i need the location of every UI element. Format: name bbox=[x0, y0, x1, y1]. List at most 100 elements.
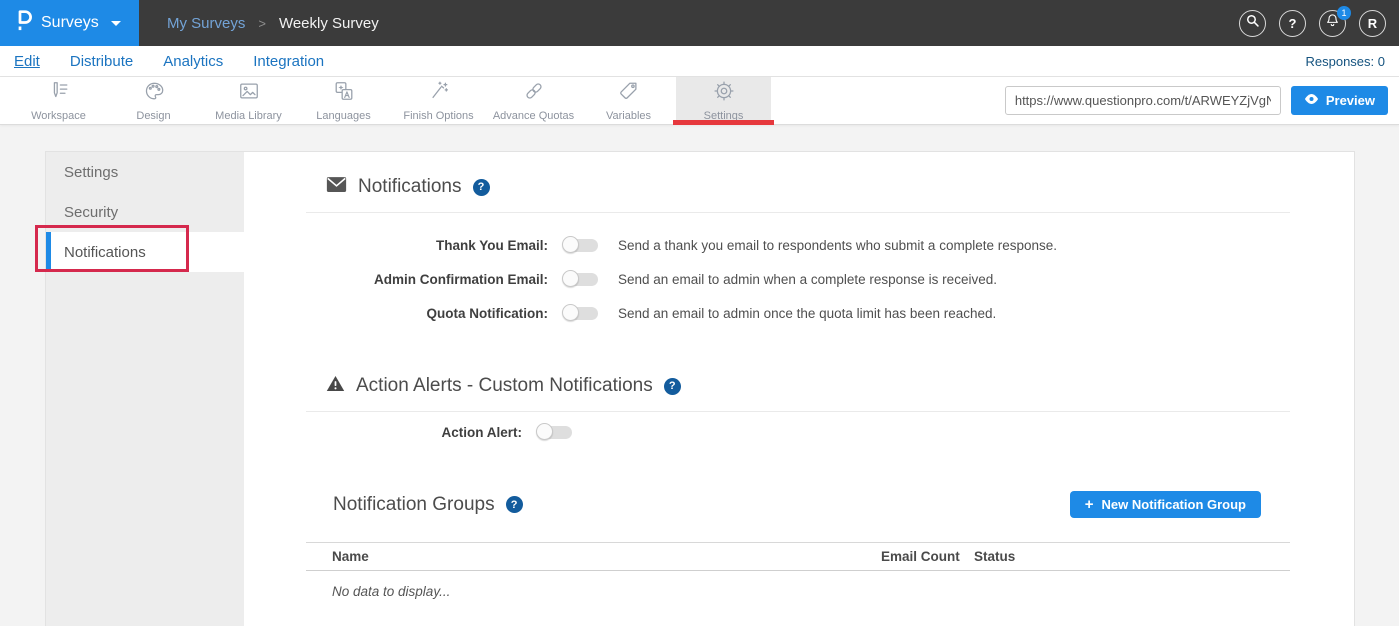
action-alert-toggle[interactable] bbox=[536, 423, 573, 442]
page-body: Settings Security Notifications Notifica… bbox=[0, 125, 1399, 626]
toolbar-item-label: Settings bbox=[704, 110, 744, 122]
toolbar-item-advance-quotas[interactable]: Advance Quotas bbox=[486, 77, 581, 124]
notification-groups-title: Notification Groups bbox=[333, 494, 495, 516]
notification-groups-table: Name Email Count Status No data to displ… bbox=[306, 542, 1290, 599]
quota-notification-toggle[interactable] bbox=[562, 304, 599, 323]
sidebar-item-notifications[interactable]: Notifications bbox=[46, 232, 244, 272]
table-header-row: Name Email Count Status bbox=[306, 542, 1290, 571]
design-palette-icon bbox=[143, 80, 165, 107]
column-header-name: Name bbox=[306, 549, 881, 564]
nav-tab-edit[interactable]: Edit bbox=[14, 53, 40, 70]
table-empty-message: No data to display... bbox=[306, 571, 1290, 599]
product-name: Surveys bbox=[41, 14, 99, 32]
avatar-initial: R bbox=[1368, 16, 1377, 31]
finish-options-wand-icon bbox=[428, 80, 450, 107]
admin-confirmation-email-row: Admin Confirmation Email: Send an email … bbox=[306, 270, 1290, 289]
preview-button-label: Preview bbox=[1326, 93, 1375, 108]
media-library-icon bbox=[238, 80, 260, 107]
survey-nav: Edit Distribute Analytics Integration Re… bbox=[0, 46, 1399, 77]
sidebar-item-security[interactable]: Security bbox=[46, 192, 244, 232]
new-notification-group-label: New Notification Group bbox=[1102, 497, 1246, 512]
settings-gear-icon bbox=[713, 80, 735, 107]
action-alert-label: Action Alert: bbox=[326, 425, 522, 440]
notifications-section-title: Notifications bbox=[358, 176, 462, 198]
topbar-actions: ? 1 R bbox=[1239, 0, 1399, 46]
breadcrumb-my-surveys[interactable]: My Surveys bbox=[167, 15, 245, 32]
toolbar-item-label: Workspace bbox=[31, 110, 86, 122]
breadcrumb-separator: > bbox=[258, 16, 266, 31]
toolbar-item-settings[interactable]: Settings bbox=[676, 77, 771, 124]
column-header-email-count: Email Count bbox=[881, 549, 974, 564]
toolbar-item-design[interactable]: Design bbox=[106, 77, 201, 124]
admin-confirmation-email-label: Admin Confirmation Email: bbox=[326, 272, 548, 287]
thank-you-email-row: Thank You Email: Send a thank you email … bbox=[306, 236, 1290, 255]
responses-count: Responses: 0 bbox=[1306, 54, 1386, 69]
languages-icon bbox=[333, 80, 355, 107]
product-switcher[interactable]: Surveys bbox=[0, 0, 139, 46]
toolbar-item-label: Variables bbox=[606, 110, 651, 122]
breadcrumb: My Surveys > Weekly Survey bbox=[139, 0, 379, 46]
toolbar-right-actions: Preview bbox=[1005, 86, 1388, 115]
thank-you-email-label: Thank You Email: bbox=[326, 238, 548, 253]
user-avatar[interactable]: R bbox=[1359, 10, 1386, 37]
action-alert-toggle-rows: Action Alert: bbox=[306, 423, 1290, 442]
quota-notification-label: Quota Notification: bbox=[326, 306, 548, 321]
toolbar-item-variables[interactable]: Variables bbox=[581, 77, 676, 124]
toolbar-item-label: Media Library bbox=[215, 110, 282, 122]
notifications-content: Notifications ? Thank You Email: Send a … bbox=[244, 152, 1354, 626]
toolbar-item-media-library[interactable]: Media Library bbox=[201, 77, 296, 124]
notifications-button[interactable]: 1 bbox=[1319, 10, 1346, 37]
toolbar-item-languages[interactable]: Languages bbox=[296, 77, 391, 124]
new-notification-group-button[interactable]: + New Notification Group bbox=[1070, 491, 1261, 518]
quota-notification-description: Send an email to admin once the quota li… bbox=[618, 306, 996, 321]
thank-you-email-toggle[interactable] bbox=[562, 236, 599, 255]
action-alerts-section-header: Action Alerts - Custom Notifications ? bbox=[306, 375, 1290, 397]
sidebar-item-settings[interactable]: Settings bbox=[46, 152, 244, 192]
notification-count-badge: 1 bbox=[1337, 6, 1351, 20]
envelope-icon bbox=[326, 176, 347, 198]
plus-icon: + bbox=[1085, 497, 1094, 512]
nav-tab-distribute[interactable]: Distribute bbox=[70, 53, 133, 70]
settings-sidebar: Settings Security Notifications bbox=[46, 152, 244, 626]
warning-triangle-icon bbox=[326, 375, 345, 397]
preview-button[interactable]: Preview bbox=[1291, 86, 1388, 115]
survey-url-input[interactable] bbox=[1005, 86, 1281, 115]
quota-notification-row: Quota Notification: Send an email to adm… bbox=[306, 304, 1290, 323]
top-header: Surveys My Surveys > Weekly Survey ? bbox=[0, 0, 1399, 46]
toolbar-item-label: Finish Options bbox=[403, 110, 473, 122]
notification-groups-help-icon[interactable]: ? bbox=[506, 496, 523, 513]
action-alert-row: Action Alert: bbox=[306, 423, 1290, 442]
section-divider bbox=[306, 411, 1290, 412]
column-header-status: Status bbox=[974, 549, 1290, 564]
notifications-help-icon[interactable]: ? bbox=[473, 179, 490, 196]
admin-confirmation-email-toggle[interactable] bbox=[562, 270, 599, 289]
eye-icon bbox=[1304, 93, 1319, 108]
question-mark-icon: ? bbox=[1289, 16, 1297, 31]
search-button[interactable] bbox=[1239, 10, 1266, 37]
notification-toggle-rows: Thank You Email: Send a thank you email … bbox=[306, 236, 1290, 323]
notifications-section-header: Notifications ? bbox=[306, 176, 1290, 198]
section-divider bbox=[306, 212, 1290, 213]
notification-groups-header: Notification Groups ? + New Notification… bbox=[306, 491, 1290, 518]
workspace-icon bbox=[48, 80, 70, 107]
edit-toolbar: Workspace Design Media Library bbox=[0, 77, 1399, 125]
search-icon bbox=[1245, 13, 1260, 33]
chevron-down-icon bbox=[111, 21, 121, 26]
settings-card: Settings Security Notifications Notifica… bbox=[45, 151, 1355, 626]
nav-tab-analytics[interactable]: Analytics bbox=[163, 53, 223, 70]
admin-confirmation-email-description: Send an email to admin when a complete r… bbox=[618, 272, 997, 287]
nav-tab-integration[interactable]: Integration bbox=[253, 53, 324, 70]
toolbar-item-label: Languages bbox=[316, 110, 370, 122]
advance-quotas-link-icon bbox=[523, 80, 545, 107]
questionpro-logo-icon bbox=[16, 8, 32, 38]
toolbar-item-workspace[interactable]: Workspace bbox=[11, 77, 106, 124]
action-alerts-section: Action Alerts - Custom Notifications ? A… bbox=[306, 375, 1290, 442]
toolbar-item-label: Design bbox=[136, 110, 170, 122]
variables-tag-icon bbox=[618, 80, 640, 107]
help-button[interactable]: ? bbox=[1279, 10, 1306, 37]
thank-you-email-description: Send a thank you email to respondents wh… bbox=[618, 238, 1057, 253]
action-alerts-help-icon[interactable]: ? bbox=[664, 378, 681, 395]
breadcrumb-current-survey: Weekly Survey bbox=[279, 15, 379, 32]
action-alerts-section-title: Action Alerts - Custom Notifications bbox=[356, 375, 653, 397]
toolbar-item-finish-options[interactable]: Finish Options bbox=[391, 77, 486, 124]
